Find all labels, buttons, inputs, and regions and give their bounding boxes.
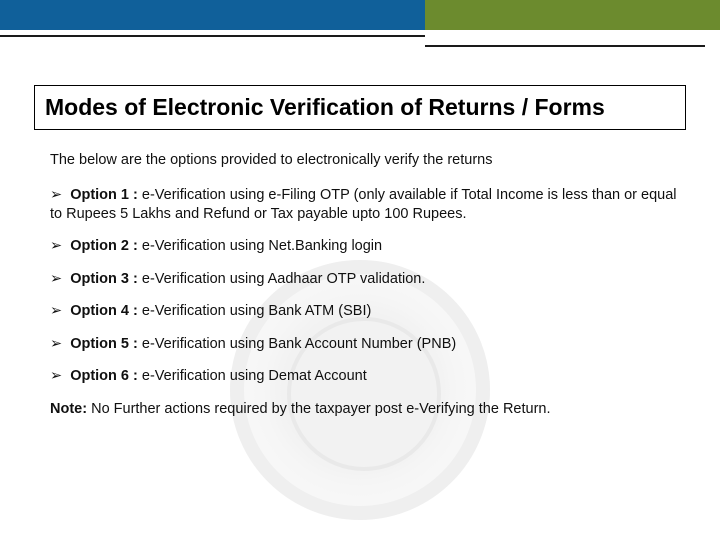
page-title: Modes of Electronic Verification of Retu… [45,94,675,121]
option-text: e-Verification using Net.Banking login [138,238,382,254]
option-item: ➢ Option 6 : e-Verification using Demat … [50,367,680,386]
option-label: Option 1 : [70,187,138,203]
note-body: No Further actions required by the taxpa… [87,401,550,417]
option-item: ➢ Option 4 : e-Verification using Bank A… [50,302,680,321]
option-label: Option 4 : [70,303,138,319]
bullet-icon: ➢ [50,336,62,352]
divider-rule-left [0,35,425,37]
option-text: e-Verification using Demat Account [138,368,367,384]
option-text: e-Verification using e-Filing OTP (only … [50,187,677,222]
option-item: ➢ Option 2 : e-Verification using Net.Ba… [50,237,680,256]
bullet-icon: ➢ [50,368,62,384]
option-item: ➢ Option 5 : e-Verification using Bank A… [50,335,680,354]
bullet-icon: ➢ [50,238,62,254]
slide-content: Modes of Electronic Verification of Retu… [0,45,720,418]
intro-text: The below are the options provided to el… [50,152,686,168]
option-text: e-Verification using Aadhaar OTP validat… [138,271,426,287]
top-banner [0,0,720,45]
option-item: ➢ Option 3 : e-Verification using Aadhaa… [50,270,680,289]
note-text: Note: No Further actions required by the… [50,400,680,419]
banner-blue-strip [0,0,425,30]
option-item: ➢ Option 1 : e-Verification using e-Fili… [50,186,680,223]
bullet-icon: ➢ [50,271,62,287]
option-label: Option 6 : [70,368,138,384]
option-text: e-Verification using Bank ATM (SBI) [138,303,371,319]
option-text: e-Verification using Bank Account Number… [138,336,456,352]
option-label: Option 5 : [70,336,138,352]
title-box: Modes of Electronic Verification of Retu… [34,85,686,130]
bullet-icon: ➢ [50,187,62,203]
banner-green-strip [425,0,720,30]
bullet-icon: ➢ [50,303,62,319]
option-label: Option 3 : [70,271,138,287]
option-label: Option 2 : [70,238,138,254]
note-label: Note: [50,401,87,417]
